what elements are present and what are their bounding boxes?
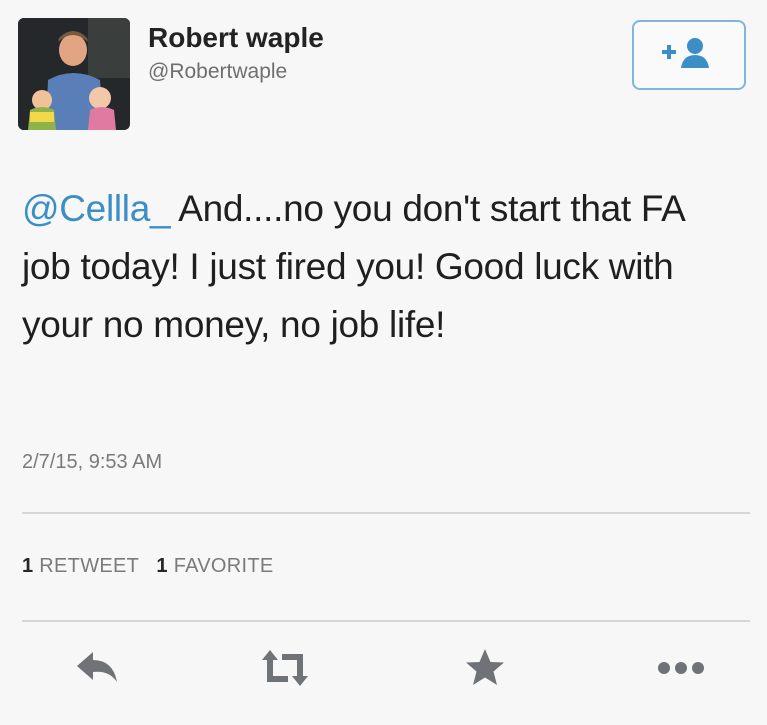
favorite-button[interactable] xyxy=(450,640,520,700)
reply-icon xyxy=(73,648,121,693)
retweet-icon xyxy=(258,648,312,693)
favorite-icon xyxy=(463,647,507,694)
favorite-count: 1 xyxy=(156,555,168,577)
retweet-label: RETWEET xyxy=(39,555,139,577)
follow-icon xyxy=(659,35,719,76)
more-button[interactable] xyxy=(646,640,716,700)
favorite-stat[interactable]: 1 FAVORITE xyxy=(156,555,273,577)
user-handle[interactable]: @Robertwaple xyxy=(148,60,287,84)
reply-button[interactable] xyxy=(62,640,132,700)
favorite-label: FAVORITE xyxy=(173,555,274,577)
tweet-stats: 1 RETWEET 1 FAVORITE xyxy=(22,555,274,578)
retweet-count: 1 xyxy=(22,555,34,577)
tweet-text: @Cellla_ And....no you don't start that … xyxy=(22,180,722,354)
more-icon xyxy=(656,660,706,681)
avatar[interactable] xyxy=(18,18,130,130)
retweet-stat[interactable]: 1 RETWEET xyxy=(22,555,139,577)
retweet-button[interactable] xyxy=(250,640,320,700)
avatar-photo xyxy=(18,18,130,130)
divider xyxy=(22,620,750,622)
user-name[interactable]: Robert waple xyxy=(148,22,324,54)
tweet-timestamp[interactable]: 2/7/15, 9:53 AM xyxy=(22,451,162,474)
divider xyxy=(22,512,750,514)
mention-link[interactable]: @Cellla_ xyxy=(22,188,171,229)
tweet-actions xyxy=(0,640,767,710)
follow-button[interactable] xyxy=(632,20,746,90)
